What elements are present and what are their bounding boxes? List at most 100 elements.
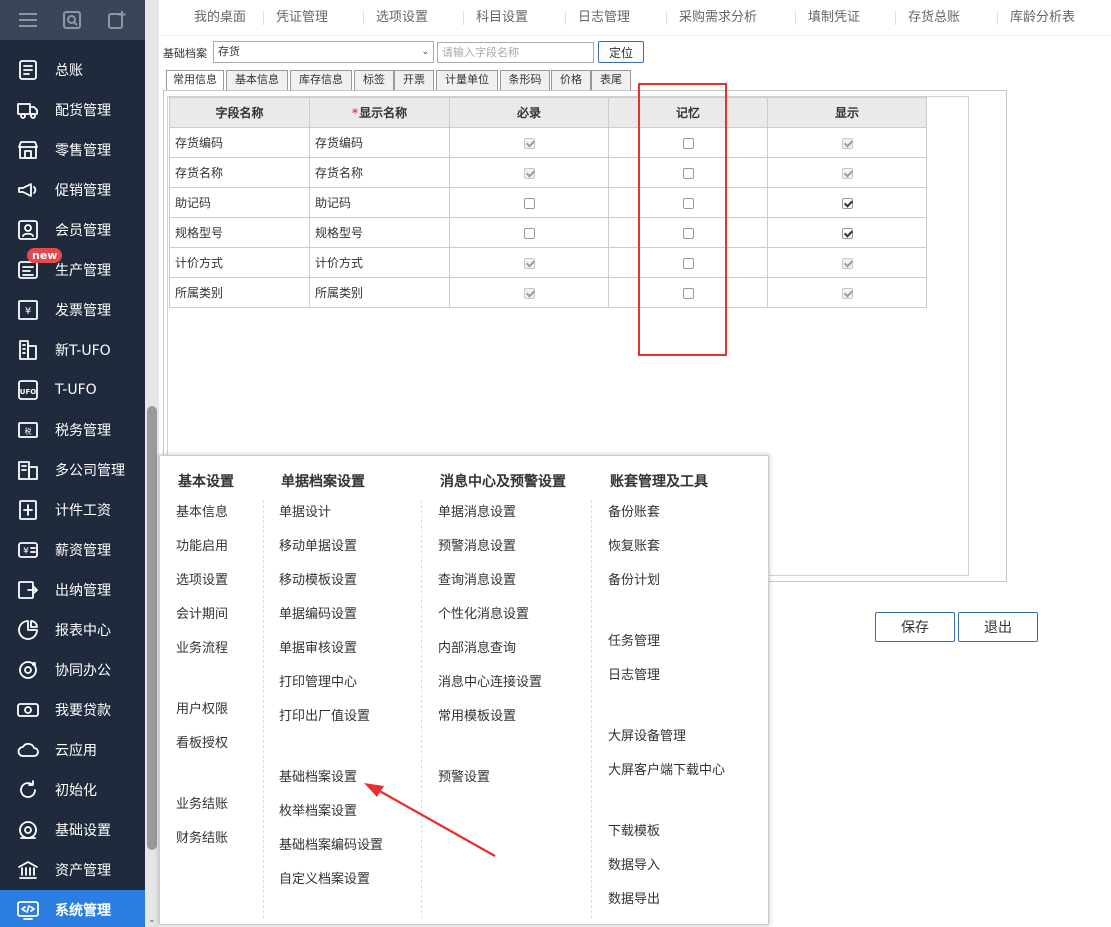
menu-item[interactable]: 单据消息设置 xyxy=(438,505,516,521)
sidebar-scrollbar[interactable]: ⌄ xyxy=(145,0,159,927)
show-cell xyxy=(767,157,927,188)
menu-item[interactable]: 移动模板设置 xyxy=(279,573,357,589)
menu-item[interactable]: 看板授权 xyxy=(176,736,228,752)
sidebar-item[interactable]: 会员管理 xyxy=(0,210,145,250)
menu-item[interactable]: 查询消息设置 xyxy=(438,573,516,589)
menu-item[interactable]: 个性化消息设置 xyxy=(438,607,529,623)
display-name-cell[interactable]: 存货名称 xyxy=(309,157,450,188)
subtab[interactable]: 条形码 xyxy=(500,70,550,90)
top-tab[interactable]: 选项设置 xyxy=(376,0,428,36)
menu-item[interactable]: 单据设计 xyxy=(279,505,331,521)
subtab[interactable]: 标签 xyxy=(354,70,394,90)
field-search-input[interactable] xyxy=(437,42,594,63)
sidebar-item[interactable]: 配货管理 xyxy=(0,90,145,130)
display-name-cell[interactable]: 所属类别 xyxy=(309,277,450,308)
menu-item[interactable]: 枚举档案设置 xyxy=(279,804,357,820)
exit-button[interactable]: 退出 xyxy=(958,612,1038,642)
sidebar-item[interactable]: 总账 xyxy=(0,50,145,90)
top-tab[interactable]: 我的桌面 xyxy=(194,0,246,36)
subtab[interactable]: 表尾 xyxy=(591,70,631,90)
top-tab[interactable]: 凭证管理 xyxy=(276,0,328,36)
menu-item[interactable]: 会计期间 xyxy=(176,607,228,623)
invoice-icon: ¥ xyxy=(16,298,40,322)
top-tab[interactable]: 日志管理 xyxy=(578,0,630,36)
scroll-down-icon[interactable]: ⌄ xyxy=(147,915,157,925)
menu-item[interactable]: 内部消息查询 xyxy=(438,641,516,657)
menu-item[interactable]: 消息中心连接设置 xyxy=(438,675,542,691)
scrollbar-thumb[interactable] xyxy=(147,406,157,850)
archive-select[interactable]: 存货 ⌄ xyxy=(213,41,434,63)
sidebar-item[interactable]: 系统管理 xyxy=(0,890,145,927)
subtab[interactable]: 价格 xyxy=(551,70,591,90)
menu-item[interactable]: 常用模板设置 xyxy=(438,709,516,725)
menu-item[interactable]: 打印管理中心 xyxy=(279,675,357,691)
menu-item[interactable]: 业务流程 xyxy=(176,641,228,657)
sidebar-item[interactable]: 生产管理 new xyxy=(0,248,145,290)
menu-item[interactable]: 恢复账套 xyxy=(608,539,660,555)
menu-item[interactable]: 数据导入 xyxy=(608,858,660,874)
display-name-cell[interactable]: 助记码 xyxy=(309,187,450,218)
menu-item[interactable]: 单据审核设置 xyxy=(279,641,357,657)
sidebar-item[interactable]: ¥ 发票管理 xyxy=(0,290,145,330)
required-checkbox[interactable] xyxy=(523,227,535,239)
subtab[interactable]: 计量单位 xyxy=(436,70,498,90)
menu-item[interactable]: 大屏客户端下载中心 xyxy=(608,763,725,779)
menu-item[interactable]: 任务管理 xyxy=(608,634,660,650)
show-checkbox[interactable] xyxy=(841,197,853,209)
menu-item[interactable]: 业务结账 xyxy=(176,797,228,813)
subtab[interactable]: 库存信息 xyxy=(290,70,352,90)
menu-item[interactable]: 预警消息设置 xyxy=(438,539,516,555)
add-shortcut-icon[interactable] xyxy=(105,8,129,32)
menu-item[interactable]: 日志管理 xyxy=(608,668,660,684)
menu-item[interactable]: 移动单据设置 xyxy=(279,539,357,555)
sidebar-item[interactable]: UFO T-UFO xyxy=(0,370,145,410)
sidebar-item[interactable]: 云应用 xyxy=(0,730,145,770)
menu-item[interactable]: 自定义档案设置 xyxy=(279,872,370,888)
sidebar-item[interactable]: 初始化 xyxy=(0,770,145,810)
sidebar-item[interactable]: 基础设置 xyxy=(0,810,145,850)
display-name-cell[interactable]: 规格型号 xyxy=(309,217,450,248)
display-name-cell[interactable]: 存货编码 xyxy=(309,127,450,158)
top-tab[interactable]: 采购需求分析 xyxy=(679,0,757,36)
sidebar-item[interactable]: 促销管理 xyxy=(0,170,145,210)
sidebar-item[interactable]: 报表中心 xyxy=(0,610,145,650)
top-tab[interactable]: 科目设置 xyxy=(476,0,528,36)
menu-item[interactable]: 备份账套 xyxy=(608,505,660,521)
menu-item[interactable]: 打印出厂值设置 xyxy=(279,709,370,725)
menu-item[interactable]: 基本信息 xyxy=(176,505,228,521)
menu-item[interactable]: 基础档案设置 xyxy=(279,770,357,786)
menu-item[interactable]: 数据导出 xyxy=(608,892,660,908)
sidebar-item[interactable]: 出纳管理 xyxy=(0,570,145,610)
sidebar-item[interactable]: ¥ 薪资管理 xyxy=(0,530,145,570)
subtab[interactable]: 基本信息 xyxy=(226,70,288,90)
search-icon[interactable] xyxy=(60,8,84,32)
menu-item[interactable]: 下载模板 xyxy=(608,824,660,840)
menu-icon[interactable] xyxy=(16,8,40,32)
show-checkbox[interactable] xyxy=(841,227,853,239)
required-cell xyxy=(449,217,609,248)
menu-item[interactable]: 用户权限 xyxy=(176,702,228,718)
menu-item[interactable]: 备份计划 xyxy=(608,573,660,589)
required-checkbox[interactable] xyxy=(523,197,535,209)
menu-item[interactable]: 大屏设备管理 xyxy=(608,729,686,745)
sidebar-item[interactable]: 协同办公 xyxy=(0,650,145,690)
top-tab[interactable]: 库龄分析表 xyxy=(1010,0,1075,36)
menu-item[interactable]: 选项设置 xyxy=(176,573,228,589)
sidebar-item[interactable]: 多公司管理 xyxy=(0,450,145,490)
subtab[interactable]: 开票 xyxy=(394,70,434,90)
sidebar-item[interactable]: 我要贷款 xyxy=(0,690,145,730)
menu-item[interactable]: 功能启用 xyxy=(176,539,228,555)
save-button[interactable]: 保存 xyxy=(875,612,955,642)
menu-item[interactable]: 财务结账 xyxy=(176,831,228,847)
sidebar-item[interactable]: 税 税务管理 xyxy=(0,410,145,450)
sidebar-item[interactable]: 零售管理 xyxy=(0,130,145,170)
sidebar-item[interactable]: 计件工资 xyxy=(0,490,145,530)
menu-item[interactable]: 单据编码设置 xyxy=(279,607,357,623)
display-name-cell[interactable]: 计价方式 xyxy=(309,247,450,278)
sidebar-item[interactable]: 新T-UFO xyxy=(0,330,145,370)
locate-button[interactable]: 定位 xyxy=(598,41,644,63)
top-tab[interactable]: 存货总账 xyxy=(908,0,960,36)
sidebar-item[interactable]: 资产管理 xyxy=(0,850,145,890)
top-tab[interactable]: 填制凭证 xyxy=(808,0,860,36)
subtab[interactable]: 常用信息 xyxy=(166,70,224,92)
